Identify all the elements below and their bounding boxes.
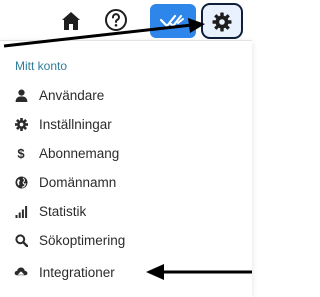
bar-chart-icon xyxy=(14,204,28,218)
menu-item-domains[interactable]: Domännamn xyxy=(0,168,252,196)
gear-icon xyxy=(212,12,232,32)
help-button[interactable] xyxy=(104,8,128,32)
help-icon xyxy=(105,9,127,31)
cloud-upload-icon xyxy=(14,265,28,279)
search-icon xyxy=(14,233,28,247)
dollar-icon: $ xyxy=(17,145,25,161)
brand-button[interactable] xyxy=(150,4,196,38)
home-icon xyxy=(62,12,80,30)
home-button[interactable] xyxy=(60,10,82,32)
account-dropdown-menu: Mitt konto Användare Inställningar $ Abo… xyxy=(0,40,252,297)
menu-item-integrations[interactable]: Integrationer xyxy=(0,258,252,286)
menu-item-label: Inställningar xyxy=(39,116,112,132)
menu-item-settings[interactable]: Inställningar xyxy=(0,110,252,138)
menu-item-label: Abonnemang xyxy=(39,145,120,161)
menu-item-users[interactable]: Användare xyxy=(0,81,252,109)
settings-button[interactable] xyxy=(201,3,243,39)
menu-item-label: Användare xyxy=(39,87,105,103)
menu-item-label: Integrationer xyxy=(39,264,115,280)
globe-icon xyxy=(14,175,28,189)
menu-item-seo[interactable]: Sökoptimering xyxy=(0,226,252,254)
menu-item-label: Sökoptimering xyxy=(39,232,126,248)
top-bar xyxy=(0,0,252,40)
menu-header: Mitt konto xyxy=(15,59,68,73)
gear-icon xyxy=(14,117,28,131)
menu-item-statistics[interactable]: Statistik xyxy=(0,197,252,225)
menu-item-label: Statistik xyxy=(39,203,87,219)
user-icon xyxy=(14,88,28,102)
brand-logo-icon xyxy=(159,14,184,28)
menu-item-subscription[interactable]: $ Abonnemang xyxy=(0,139,252,167)
menu-item-label: Domännamn xyxy=(39,174,117,190)
